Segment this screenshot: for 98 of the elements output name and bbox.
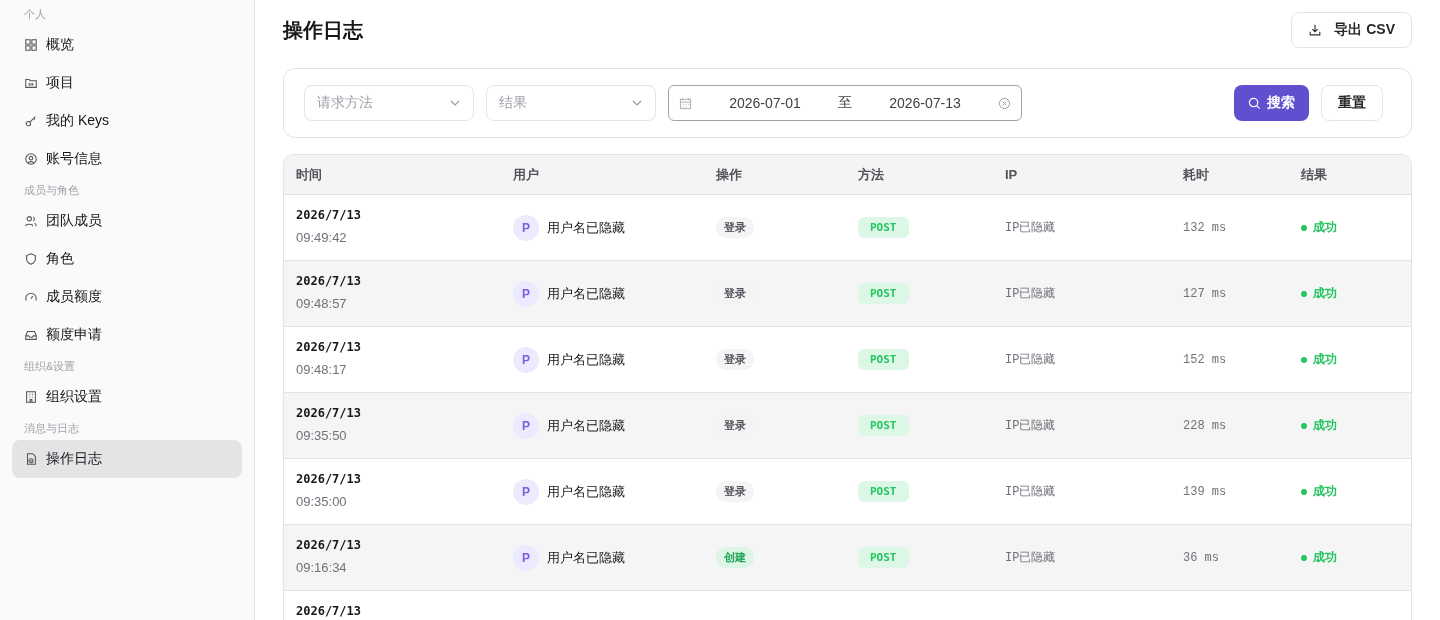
duration-text: 127 ms [1183, 286, 1227, 301]
key-icon [24, 114, 38, 128]
document-icon [24, 452, 38, 466]
result-text: 成功 [1313, 417, 1337, 434]
avatar: P [513, 346, 539, 373]
duration-text: 36 ms [1183, 550, 1219, 565]
time-text: 09:16:34 [296, 560, 347, 575]
status-dot [1301, 488, 1307, 495]
ip-text: IP已隐藏 [1005, 286, 1056, 302]
action-tag: 创建 [716, 547, 754, 568]
column-header: 操作 [716, 165, 742, 184]
user-name: 用户名已隐藏 [547, 284, 625, 303]
download-icon [1308, 23, 1323, 37]
result-text: 成功 [1313, 285, 1337, 302]
export-csv-button[interactable]: 导出 CSV [1291, 12, 1412, 48]
duration-text: 132 ms [1183, 220, 1227, 235]
column-header: 结果 [1301, 165, 1327, 184]
time-text: 09:48:17 [296, 362, 347, 377]
search-button[interactable]: 搜索 [1234, 85, 1309, 121]
status-dot [1301, 554, 1307, 561]
column-header: IP [1005, 167, 1018, 182]
method-tag: POST [858, 547, 909, 568]
ip-text: IP已隐藏 [1005, 418, 1056, 434]
page-title: 操作日志 [283, 17, 363, 43]
time-text: 09:35:00 [296, 494, 347, 509]
section-heading: 组织&设置 [23, 359, 77, 374]
date-text: 2026/7/13 [296, 208, 362, 222]
user-name: 用户名已隐藏 [547, 482, 625, 501]
result-text: 成功 [1313, 351, 1337, 368]
action-tag: 登录 [716, 217, 754, 238]
status-dot [1301, 224, 1307, 231]
ip-text: IP已隐藏 [1005, 352, 1056, 368]
date-text: 2026/7/13 [296, 538, 362, 552]
status-dot [1301, 422, 1307, 429]
nav-item[interactable]: 操作日志 [12, 440, 242, 478]
duration-text: 228 ms [1183, 418, 1227, 433]
folder-icon [24, 76, 38, 90]
nav-item[interactable]: 团队成员 [12, 202, 242, 240]
column-header: 用户 [513, 165, 539, 184]
date-text: 2026/7/13 [296, 274, 362, 288]
result-text: 成功 [1313, 219, 1337, 236]
column-header: 耗时 [1183, 165, 1209, 184]
reset-button[interactable]: 重置 [1321, 85, 1383, 121]
column-header: 方法 [858, 165, 884, 184]
nav-item[interactable]: 角色 [12, 240, 242, 278]
method-tag: POST [858, 283, 909, 304]
column-header: 时间 [296, 165, 322, 184]
avatar: P [513, 412, 539, 439]
user-name: 用户名已隐藏 [547, 416, 625, 435]
inbox-icon [24, 328, 38, 342]
user-name: 用户名已隐藏 [547, 218, 625, 237]
shield-icon [24, 252, 38, 266]
nav-item[interactable]: 我的 Keys [12, 102, 242, 140]
section-heading: 消息与日志 [23, 421, 80, 436]
time-text: 09:48:57 [296, 296, 347, 311]
user-circle-icon [24, 152, 38, 166]
date-text: 2026/7/13 [296, 340, 362, 354]
method-tag: POST [858, 217, 909, 238]
ip-text: IP已隐藏 [1005, 484, 1056, 500]
user-name: 用户名已隐藏 [547, 350, 625, 369]
search-icon [1248, 96, 1261, 110]
result-text: 成功 [1313, 549, 1337, 566]
duration-text: 139 ms [1183, 484, 1227, 499]
nav-item[interactable]: 账号信息 [12, 140, 242, 178]
user-name: 用户名已隐藏 [547, 548, 625, 567]
date-text: 2026/7/13 [296, 406, 362, 420]
time-text: 09:49:42 [296, 230, 347, 245]
section-heading: 个人 [23, 7, 47, 22]
duration-text: 152 ms [1183, 352, 1227, 367]
method-tag: POST [858, 349, 909, 370]
action-tag: 登录 [716, 481, 754, 502]
nav-item[interactable]: 额度申请 [12, 316, 242, 354]
nav-item[interactable]: 概览 [12, 26, 242, 64]
status-dot [1301, 290, 1307, 297]
date-text: 2026/7/13 [296, 604, 362, 618]
avatar: P [513, 478, 539, 505]
action-tag: 登录 [716, 349, 754, 370]
result-text: 成功 [1313, 483, 1337, 500]
section-heading: 成员与角色 [23, 183, 80, 198]
calendar-icon [679, 96, 692, 110]
date-range-picker[interactable]: 2026-07-01 至 2026-07-13 [668, 85, 1022, 121]
grid-icon [24, 38, 38, 52]
users-icon [24, 214, 38, 228]
method-tag: POST [858, 415, 909, 436]
avatar: P [513, 280, 539, 307]
status-dot [1301, 356, 1307, 363]
time-text: 09:35:50 [296, 428, 347, 443]
nav-item[interactable]: 项目 [12, 64, 242, 102]
avatar: P [513, 214, 539, 241]
nav-item[interactable]: 组织设置 [12, 378, 242, 416]
date-text: 2026/7/13 [296, 472, 362, 486]
method-tag: POST [858, 481, 909, 502]
clear-icon[interactable] [998, 96, 1011, 110]
avatar: P [513, 544, 539, 571]
ip-text: IP已隐藏 [1005, 550, 1056, 566]
ip-text: IP已隐藏 [1005, 220, 1056, 236]
nav-item[interactable]: 成员额度 [12, 278, 242, 316]
building-icon [24, 390, 38, 404]
